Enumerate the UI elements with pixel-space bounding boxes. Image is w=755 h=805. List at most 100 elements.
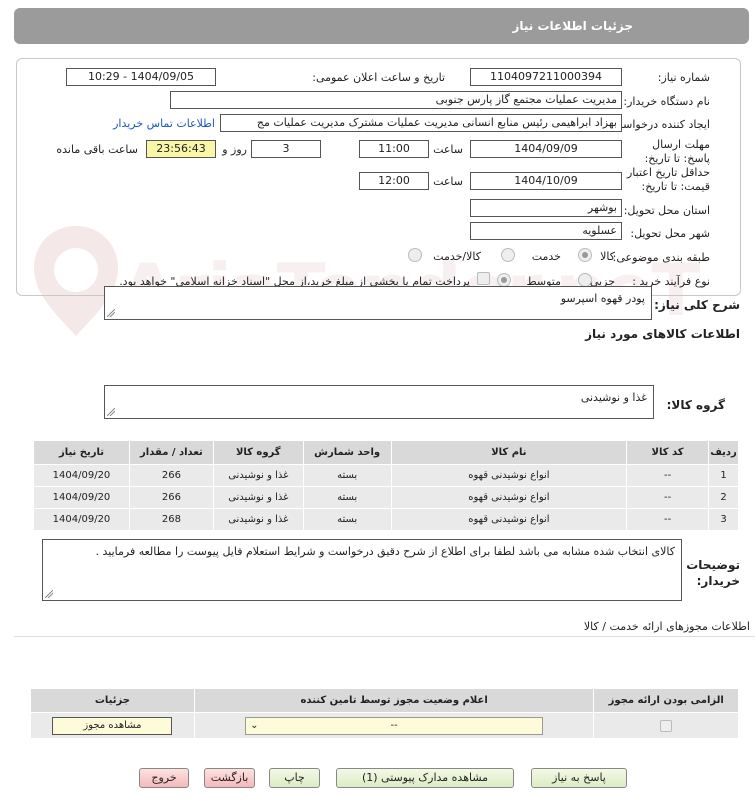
- buyer-field: مدیریت عملیات مجتمع گاز پارس جنوبی: [170, 91, 622, 109]
- page-header: جزئیات اطلاعات نیاز: [14, 8, 749, 44]
- back-button[interactable]: بازگشت: [204, 768, 255, 788]
- remaining-time-field: 23:56:43: [146, 140, 216, 158]
- goods-group-field: غذا و نوشیدنی: [104, 385, 654, 419]
- table-row: 2 -- انواع نوشیدنی قهوه بسته غذا و نوشید…: [33, 486, 739, 509]
- buyer-notes-field: کالای انتخاب شده مشابه می باشد لطفا برای…: [42, 539, 682, 601]
- col-name: نام کالا: [390, 440, 628, 465]
- cell-qty: 266: [128, 464, 214, 487]
- required-checkbox: [660, 719, 673, 732]
- cell-unit: بسته: [302, 464, 392, 487]
- col-status: اعلام وضعیت مجوز توسط تامین کننده: [193, 688, 595, 713]
- goods-table-header: ردیف کد کالا نام کالا واحد شمارش گروه کا…: [33, 440, 739, 465]
- cell-date: 1404/09/20: [33, 486, 130, 509]
- buyer-contact-link[interactable]: اطلاعات تماس خریدار: [113, 117, 215, 130]
- announce-field: 1404/09/05 - 10:29: [66, 68, 216, 86]
- table-row: 3 -- انواع نوشیدنی قهوه بسته غذا و نوشید…: [33, 508, 739, 531]
- days-field: 3: [251, 140, 321, 158]
- cell-date: 1404/09/20: [33, 508, 130, 531]
- category-both-radio[interactable]: [408, 248, 422, 262]
- deadline-time-label: ساعت: [433, 143, 463, 156]
- validity-label: حداقل تاریخ اعتبار قیمت: تا تاریخ:: [626, 166, 710, 193]
- category-label: طبقه بندی موضوعی:: [612, 251, 710, 264]
- resize-handle-icon[interactable]: [45, 590, 53, 598]
- creator-field: بهزاد ابراهیمی رئیس منابع انسانی مدیریت …: [220, 114, 622, 132]
- col-unit: واحد شمارش: [302, 440, 392, 465]
- validity-date-field: 1404/10/09: [470, 172, 622, 190]
- cell-date: 1404/09/20: [33, 464, 130, 487]
- cell-row: 2: [708, 486, 739, 509]
- col-details: جزئیات: [30, 688, 195, 713]
- chevron-down-icon: ⌄: [250, 719, 259, 731]
- cell-name: انواع نوشیدنی قهوه: [390, 508, 628, 531]
- validity-time-field: 12:00: [359, 172, 429, 190]
- summary-field: پودر قهوه اسپرسو: [104, 286, 652, 320]
- reply-button[interactable]: پاسخ به نیاز: [531, 768, 627, 788]
- resize-handle-icon[interactable]: [107, 309, 115, 317]
- cell-unit: بسته: [302, 486, 392, 509]
- cell-name: انواع نوشیدنی قهوه: [390, 486, 628, 509]
- cell-row: 3: [708, 508, 739, 531]
- deadline-label: مهلت ارسال پاسخ: تا تاریخ:: [644, 138, 710, 165]
- col-required: الزامی بودن ارائه مجوز: [593, 688, 739, 713]
- buyer-notes-text: کالای انتخاب شده مشابه می باشد لطفا برای…: [95, 545, 675, 558]
- required-cell: [593, 712, 739, 739]
- table-row: 1 -- انواع نوشیدنی قهوه بسته غذا و نوشید…: [33, 464, 739, 487]
- cell-row: 1: [708, 464, 739, 487]
- creator-label: ایجاد کننده درخواست:: [608, 118, 710, 131]
- permits-table: الزامی بودن ارائه مجوز اعلام وضعیت مجوز …: [30, 688, 739, 739]
- days-label: روز و: [222, 143, 247, 156]
- buyer-notes-label: توضیحات خریدار:: [686, 558, 740, 588]
- permit-status-select[interactable]: -- ⌄: [245, 716, 544, 735]
- attachments-button[interactable]: مشاهده مدارک پیوستی (1): [336, 768, 514, 788]
- print-button[interactable]: چاپ: [269, 768, 320, 788]
- cell-group: غذا و نوشیدنی: [212, 508, 304, 531]
- province-label: استان محل تحویل:: [623, 204, 710, 217]
- deadline-time-field: 11:00: [359, 140, 429, 158]
- col-date: تاریخ نیاز: [33, 440, 130, 465]
- cell-group: غذا و نوشیدنی: [212, 486, 304, 509]
- cell-qty: 266: [128, 486, 214, 509]
- category-both-label: کالا/خدمت: [433, 250, 481, 263]
- goods-group-text: غذا و نوشیدنی: [580, 391, 647, 404]
- category-goods-radio[interactable]: [578, 248, 592, 262]
- resize-handle-icon[interactable]: [107, 408, 115, 416]
- col-group: گروه کالا: [212, 440, 304, 465]
- details-cell: مشاهده مجوز: [30, 712, 195, 739]
- status-cell: -- ⌄: [193, 712, 595, 739]
- col-code: کد کالا: [626, 440, 710, 465]
- cell-unit: بسته: [302, 508, 392, 531]
- need-number-field: 1104097211000394: [470, 68, 622, 86]
- goods-group-label: گروه کالا:: [666, 398, 725, 412]
- cell-group: غذا و نوشیدنی: [212, 464, 304, 487]
- col-row: ردیف: [708, 440, 739, 465]
- summary-text: پودر قهوه اسپرسو: [560, 292, 645, 305]
- cell-code: --: [626, 486, 710, 509]
- province-field: بوشهر: [470, 199, 622, 217]
- category-service-radio[interactable]: [501, 248, 515, 262]
- treasury-checkbox[interactable]: [477, 272, 490, 285]
- table-row: -- ⌄ مشاهده مجوز: [30, 712, 739, 739]
- summary-label: شرح کلی نیاز:: [654, 298, 740, 312]
- cell-code: --: [626, 508, 710, 531]
- cell-name: انواع نوشیدنی قهوه: [390, 464, 628, 487]
- view-permit-button[interactable]: مشاهده مجوز: [52, 716, 173, 735]
- goods-section-title: اطلاعات کالاهای مورد نیاز: [585, 327, 740, 341]
- process-medium-radio[interactable]: [497, 273, 511, 287]
- permits-section-title: اطلاعات مجوزهای ارائه خدمت / کالا: [583, 620, 750, 633]
- col-qty: تعداد / مقدار: [128, 440, 214, 465]
- validity-time-label: ساعت: [433, 175, 463, 188]
- category-goods-label: کالا: [600, 250, 615, 263]
- buyer-label: نام دستگاه خریدار:: [623, 95, 710, 108]
- cell-qty: 268: [128, 508, 214, 531]
- page-title: جزئیات اطلاعات نیاز: [512, 19, 633, 33]
- deadline-date-field: 1404/09/09: [470, 140, 622, 158]
- city-label: شهر محل تحویل:: [630, 227, 710, 240]
- goods-table: ردیف کد کالا نام کالا واحد شمارش گروه کا…: [33, 440, 739, 531]
- category-service-label: خدمت: [531, 250, 561, 263]
- exit-button[interactable]: خروج: [139, 768, 189, 788]
- announce-label: تاریخ و ساعت اعلان عمومی:: [312, 71, 445, 84]
- need-number-label: شماره نیاز:: [657, 71, 710, 84]
- permits-table-header: الزامی بودن ارائه مجوز اعلام وضعیت مجوز …: [30, 688, 739, 713]
- permit-status-value: --: [390, 719, 398, 731]
- remaining-label: ساعت باقی مانده: [56, 143, 138, 156]
